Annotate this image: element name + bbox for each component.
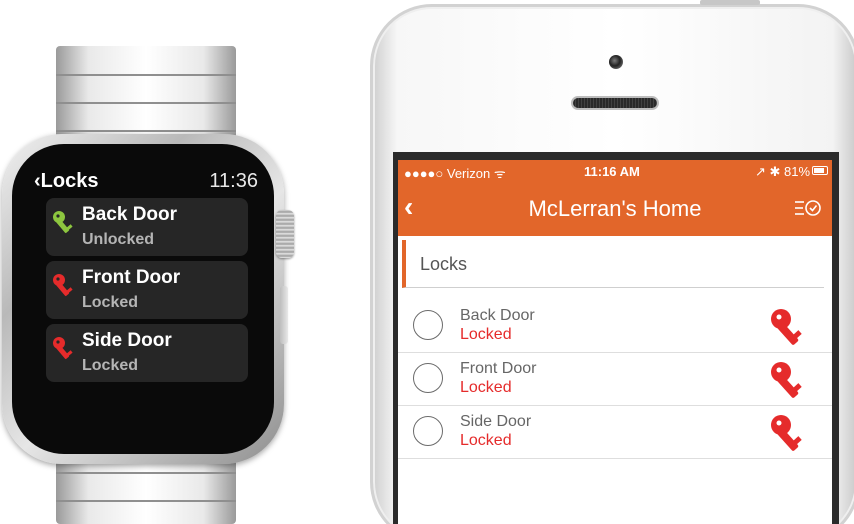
key-icon[interactable] <box>770 361 806 399</box>
status-bar: ●●●●○ Verizon ᯤ 11:16 AM ↗ ✱ 81% <box>398 160 832 182</box>
list-clock-icon[interactable] <box>794 197 822 219</box>
status-time: 11:16 AM <box>584 164 640 179</box>
watch-lock-item-front-door[interactable]: Front Door Locked <box>46 261 248 319</box>
phone-screen: ●●●●○ Verizon ᯤ 11:16 AM ↗ ✱ 81% ‹ McLer… <box>398 160 832 524</box>
watch-lock-name: Back Door <box>82 204 178 225</box>
lock-name: Back Door <box>460 307 535 324</box>
key-icon[interactable] <box>770 308 806 346</box>
watch-screen: ‹Locks 11:36 Back Door Unlocked Front Do… <box>34 166 258 386</box>
digital-crown[interactable] <box>276 210 294 258</box>
lock-status: Locked <box>460 432 512 449</box>
carrier-signal: ●●●●○ Verizon ᯤ <box>404 166 506 181</box>
lock-row-back-door[interactable]: Back Door Locked <box>398 300 832 353</box>
select-checkbox[interactable] <box>413 363 443 393</box>
select-checkbox[interactable] <box>413 310 443 340</box>
watch-lock-item-side-door[interactable]: Side Door Locked <box>46 324 248 382</box>
lock-status: Locked <box>460 379 512 396</box>
lock-name: Side Door <box>460 413 532 430</box>
watch-time: 11:36 <box>209 170 258 192</box>
key-icon <box>53 211 73 234</box>
watch-lock-item-back-door[interactable]: Back Door Unlocked <box>46 198 248 256</box>
page-title: McLerran's Home <box>528 196 702 221</box>
lock-row-side-door[interactable]: Side Door Locked <box>398 406 832 459</box>
nav-bar: ‹ McLerran's Home <box>398 182 832 236</box>
key-icon <box>53 337 73 360</box>
watch-lock-status: Locked <box>82 294 139 311</box>
front-camera <box>609 55 623 69</box>
select-checkbox[interactable] <box>413 416 443 446</box>
battery-icon <box>812 166 828 175</box>
key-icon[interactable] <box>770 414 806 452</box>
lock-name: Front Door <box>460 360 537 377</box>
watch-lock-name: Front Door <box>82 267 181 288</box>
watch-back-label: Locks <box>40 170 99 192</box>
lock-status: Locked <box>460 326 512 343</box>
locks-section-header: Locks <box>402 240 824 288</box>
key-icon <box>53 274 73 297</box>
phone-power-button[interactable] <box>700 0 760 5</box>
status-indicators: ↗ ✱ 81% <box>754 164 810 179</box>
lock-row-front-door[interactable]: Front Door Locked <box>398 353 832 406</box>
watch-lock-status: Locked <box>82 357 139 374</box>
watch-back-button[interactable]: ‹Locks <box>34 170 98 193</box>
earpiece-speaker <box>571 96 659 110</box>
watch-header: ‹Locks 11:36 <box>34 170 258 194</box>
section-label: Locks <box>420 254 468 274</box>
watch-side-button[interactable] <box>280 286 288 344</box>
watch-lock-name: Side Door <box>82 330 172 351</box>
watch-lock-status: Unlocked <box>82 231 155 248</box>
